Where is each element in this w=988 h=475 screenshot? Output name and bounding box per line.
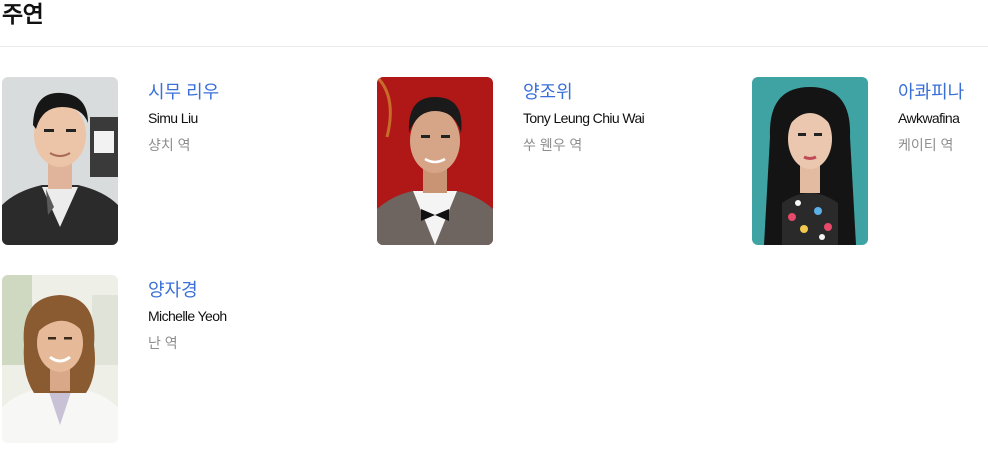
actor-photo[interactable] bbox=[2, 275, 118, 443]
actor-name-korean[interactable]: 아콰피나 bbox=[898, 81, 964, 103]
cast-card-michelle-yeoh[interactable]: 양자경 Michelle Yeoh 난 역 bbox=[2, 275, 362, 445]
character-role: 난 역 bbox=[148, 335, 178, 351]
actor-name-english: Simu Liu bbox=[148, 110, 198, 126]
character-role: 쑤 웬우 역 bbox=[523, 137, 583, 153]
section-divider bbox=[0, 46, 988, 47]
actor-name-english: Awkwafina bbox=[898, 110, 960, 126]
actor-name-english: Michelle Yeoh bbox=[148, 308, 227, 324]
actor-name-korean[interactable]: 시무 리우 bbox=[148, 81, 219, 103]
cast-card-awkwafina[interactable]: 아콰피나 Awkwafina 케이티 역 bbox=[752, 77, 988, 247]
cast-card-tony-leung[interactable]: 양조위 Tony Leung Chiu Wai 쑤 웬우 역 bbox=[377, 77, 737, 247]
cast-card-simu-liu[interactable]: 시무 리우 Simu Liu 샹치 역 bbox=[2, 77, 362, 247]
actor-name-korean[interactable]: 양자경 bbox=[148, 279, 227, 301]
section-title: 주연 bbox=[2, 1, 44, 27]
actor-photo[interactable] bbox=[2, 77, 118, 245]
character-role: 케이티 역 bbox=[898, 137, 954, 153]
actor-name-korean[interactable]: 양조위 bbox=[523, 81, 644, 103]
character-role: 샹치 역 bbox=[148, 137, 191, 153]
actor-photo[interactable] bbox=[752, 77, 868, 245]
actor-name-english: Tony Leung Chiu Wai bbox=[523, 110, 645, 126]
actor-photo[interactable] bbox=[377, 77, 493, 245]
